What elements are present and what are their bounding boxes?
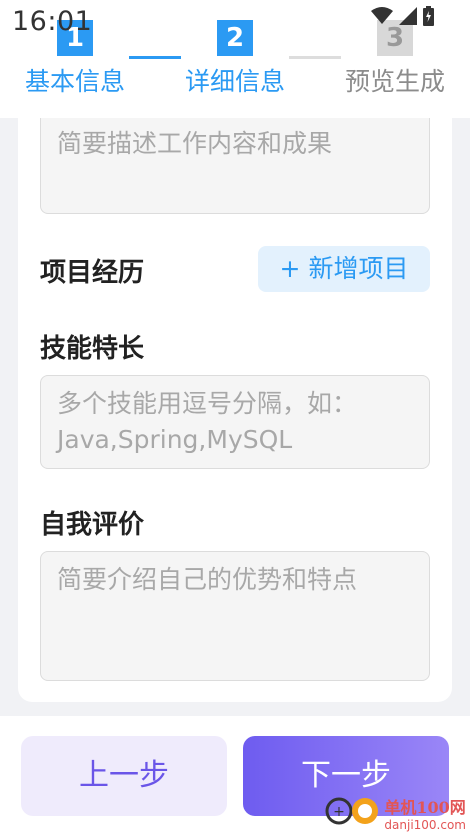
textarea-placeholder: 多个技能用逗号分隔，如：Java,Spring,MySQL [57, 389, 358, 454]
skills-section-title: 技能特长 [40, 334, 145, 364]
step-label: 详细信息 [184, 67, 285, 96]
skills-textarea[interactable]: 多个技能用逗号分隔，如：Java,Spring,MySQL [40, 375, 430, 469]
watermark-text: 单机100网 danji100.com [384, 794, 466, 832]
status-time: 16:01 [12, 6, 93, 37]
self-evaluation-section-title: 自我评价 [40, 510, 145, 540]
step-label: 基本信息 [24, 67, 125, 96]
watermark-line1: 单机100网 [384, 798, 466, 817]
self-evaluation-textarea[interactable]: 简要介绍自己的优势和特点 [40, 551, 430, 681]
status-icons [371, 6, 434, 30]
wifi-icon [371, 7, 393, 29]
battery-icon [423, 6, 434, 30]
step-label: 预览生成 [344, 67, 445, 96]
watermark-line2: danji100.com [384, 818, 466, 832]
svg-text:+: + [334, 804, 346, 820]
detail-form-card: 简要描述工作内容和成果 项目经历 + 新增项目 技能特长 多个技能用逗号分隔，如… [18, 118, 452, 702]
textarea-placeholder: 简要介绍自己的优势和特点 [57, 565, 358, 594]
projects-section-title: 项目经历 [40, 258, 145, 288]
watermark-emblem-icon: + [324, 794, 380, 832]
status-bar: 16:01 [0, 0, 470, 44]
previous-step-button[interactable]: 上一步 [21, 736, 227, 816]
watermark-logo: + 单机100网 danji100.com [324, 794, 466, 832]
work-description-textarea[interactable]: 简要描述工作内容和成果 [40, 118, 430, 214]
add-project-button[interactable]: + 新增项目 [258, 246, 430, 292]
signal-icon [399, 7, 417, 29]
footer-bar: 上一步 下一步 + 单机100网 danji100.com [0, 716, 470, 836]
textarea-placeholder: 简要描述工作内容和成果 [57, 129, 333, 158]
